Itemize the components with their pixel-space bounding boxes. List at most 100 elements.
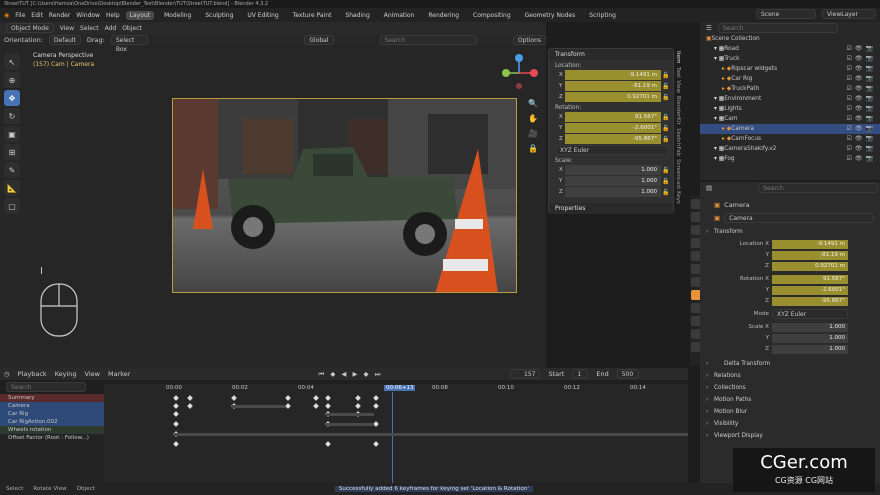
keyframe[interactable] <box>173 403 179 409</box>
outliner-filter-icon[interactable]: ☰ <box>706 24 712 32</box>
menu-render[interactable]: Render <box>49 12 70 19</box>
editor-type-icon[interactable]: ◷ <box>4 370 10 378</box>
menu-select[interactable]: Select <box>80 25 99 32</box>
menu-window[interactable]: Window <box>76 12 100 19</box>
tab-modeling[interactable]: Modeling <box>160 11 195 20</box>
tab-compositing[interactable]: Compositing <box>469 11 515 20</box>
visibility-toggle-icon[interactable]: ☑👁📷 <box>847 144 876 154</box>
keyframe[interactable] <box>187 395 193 401</box>
pan-icon[interactable]: ✋ <box>528 111 538 126</box>
location-z-field[interactable]: 0.92701 m <box>565 92 661 102</box>
lock-icon[interactable]: 🔓 <box>661 136 671 143</box>
outliner-row[interactable]: ▣ Scene Collection <box>700 34 880 44</box>
tab-geometry-nodes[interactable]: Geometry Nodes <box>521 11 580 20</box>
visibility-toggle-icon[interactable]: ☑👁📷 <box>847 74 876 84</box>
menu-keying[interactable]: Keying <box>55 370 77 378</box>
outliner-row[interactable]: ▸ ◆ Camera ☑👁📷 <box>700 124 880 134</box>
zoom-icon[interactable]: 🔍 <box>528 96 538 111</box>
channel-row[interactable]: Car Rig <box>0 410 104 418</box>
menu-help[interactable]: Help <box>106 12 120 19</box>
menu-playback[interactable]: Playback <box>18 370 47 378</box>
channel-row[interactable]: Offset Factor (Root : Follow...) <box>0 434 104 442</box>
properties-header[interactable]: Properties <box>549 203 673 214</box>
measure-tool-icon[interactable]: 📐 <box>4 180 20 196</box>
keyframe[interactable] <box>173 411 179 417</box>
outliner-row[interactable]: ▸ ◆ Car Rig ☑👁📷 <box>700 74 880 84</box>
visibility-toggle-icon[interactable]: ☑👁📷 <box>847 124 876 134</box>
visibility-toggle-icon[interactable]: ☑👁📷 <box>847 114 876 124</box>
outliner-row[interactable]: ▾ ▦ Lights ☑👁📷 <box>700 104 880 114</box>
lock-icon[interactable]: 🔓 <box>661 178 671 185</box>
keyframe[interactable] <box>355 403 361 409</box>
prop-location-y[interactable]: -81.19 m <box>772 250 848 260</box>
relations-section[interactable]: Relations <box>700 370 880 382</box>
keyframe[interactable] <box>285 395 291 401</box>
prop-scale-x[interactable]: 1.000 <box>772 322 848 332</box>
channel-row[interactable]: Summary <box>0 394 104 402</box>
menu-file[interactable]: File <box>15 12 25 19</box>
visibility-toggle-icon[interactable]: ☑👁📷 <box>847 154 876 164</box>
motion-blur-section[interactable]: Motion Blur <box>700 406 880 418</box>
channel-row[interactable]: Camera <box>0 402 104 410</box>
viewport-display-section[interactable]: Viewport Display <box>700 430 880 442</box>
keyframe[interactable] <box>325 403 331 409</box>
transform-tool-icon[interactable]: ⊞ <box>4 144 20 160</box>
object-name-field[interactable]: Camera <box>724 213 875 223</box>
rotation-y-field[interactable]: -2.6001° <box>565 123 661 133</box>
transform-orientation-select[interactable]: Global <box>304 35 334 45</box>
location-y-field[interactable]: -81.19 m <box>565 81 661 91</box>
outliner-row[interactable]: ▾ ▦ Truck ☑👁📷 <box>700 54 880 64</box>
lock-icon[interactable]: 🔓 <box>661 167 671 174</box>
keyframe[interactable] <box>373 421 379 427</box>
lock-icon[interactable]: 🔓 <box>661 114 671 121</box>
tab-shading[interactable]: Shading <box>341 11 373 20</box>
tab-view[interactable]: View <box>675 80 681 93</box>
lock-icon[interactable]: 🔓 <box>661 125 671 132</box>
menu-view[interactable]: View <box>85 370 100 378</box>
keyframe[interactable] <box>355 395 361 401</box>
mode-select[interactable]: Object Mode <box>6 23 54 33</box>
prop-scale-z[interactable]: 1.000 <box>772 344 848 354</box>
scale-tool-icon[interactable]: ▣ <box>4 126 20 142</box>
lock-icon[interactable]: 🔓 <box>661 94 671 101</box>
rotation-z-field[interactable]: -95.867° <box>565 134 661 144</box>
visibility-toggle-icon[interactable]: ☑👁📷 <box>847 64 876 74</box>
collections-section[interactable]: Collections <box>700 382 880 394</box>
visibility-toggle-icon[interactable]: ☑👁📷 <box>847 84 876 94</box>
outliner-row[interactable]: ▸ ◆ CamFocus ☑👁📷 <box>700 134 880 144</box>
outliner-row[interactable]: ▸ ◆ Ripscar widgets ☑👁📷 <box>700 64 880 74</box>
drag-select[interactable]: Select Box <box>110 35 149 53</box>
menu-add[interactable]: Add <box>105 25 117 32</box>
location-x-field[interactable]: -9.1491 m <box>565 70 661 80</box>
prop-rotation-x[interactable]: 91.567° <box>772 274 848 284</box>
navigation-gizmo-icon[interactable] <box>498 52 540 94</box>
outliner-row[interactable]: ▾ ▦ Environment ☑👁📷 <box>700 94 880 104</box>
keyframe[interactable] <box>325 395 331 401</box>
menu-object[interactable]: Object <box>122 25 142 32</box>
transform-section[interactable]: Transform <box>700 226 880 238</box>
lock-icon[interactable]: 🔓 <box>661 189 671 196</box>
outliner-row[interactable]: ▾ ▦ Fog ☑👁📷 <box>700 154 880 164</box>
tab-tool[interactable]: Tool <box>675 67 681 78</box>
options-button[interactable]: Options <box>512 35 546 45</box>
visibility-toggle-icon[interactable]: ☑👁📷 <box>847 134 876 144</box>
channel-row[interactable]: Wheels rotation <box>0 426 104 434</box>
tab-rendering[interactable]: Rendering <box>424 11 463 20</box>
add-cube-tool-icon[interactable]: ▢ <box>4 198 20 214</box>
keyframe[interactable] <box>285 403 291 409</box>
tab-blenderkit[interactable]: BlenderKit <box>675 96 681 125</box>
prop-rotation-y[interactable]: -2.6001° <box>772 285 848 295</box>
scale-y-field[interactable]: 1.000 <box>565 176 661 186</box>
properties-menu-icon[interactable]: ▤ <box>706 184 712 192</box>
lock-icon[interactable]: 🔓 <box>661 83 671 90</box>
tab-layout[interactable]: Layout <box>125 10 155 20</box>
keyframe[interactable] <box>373 441 379 447</box>
channel-row[interactable]: Car RigAction.002 <box>0 418 104 426</box>
scene-field[interactable]: Scene <box>756 9 816 19</box>
motion-paths-section[interactable]: Motion Paths <box>700 394 880 406</box>
delta-transform-section[interactable]: Delta Transform <box>700 358 880 370</box>
transform-header[interactable]: Transform <box>549 49 673 60</box>
keyframe[interactable] <box>325 441 331 447</box>
visibility-toggle-icon[interactable]: ☑👁📷 <box>847 104 876 114</box>
keyframe[interactable] <box>173 441 179 447</box>
